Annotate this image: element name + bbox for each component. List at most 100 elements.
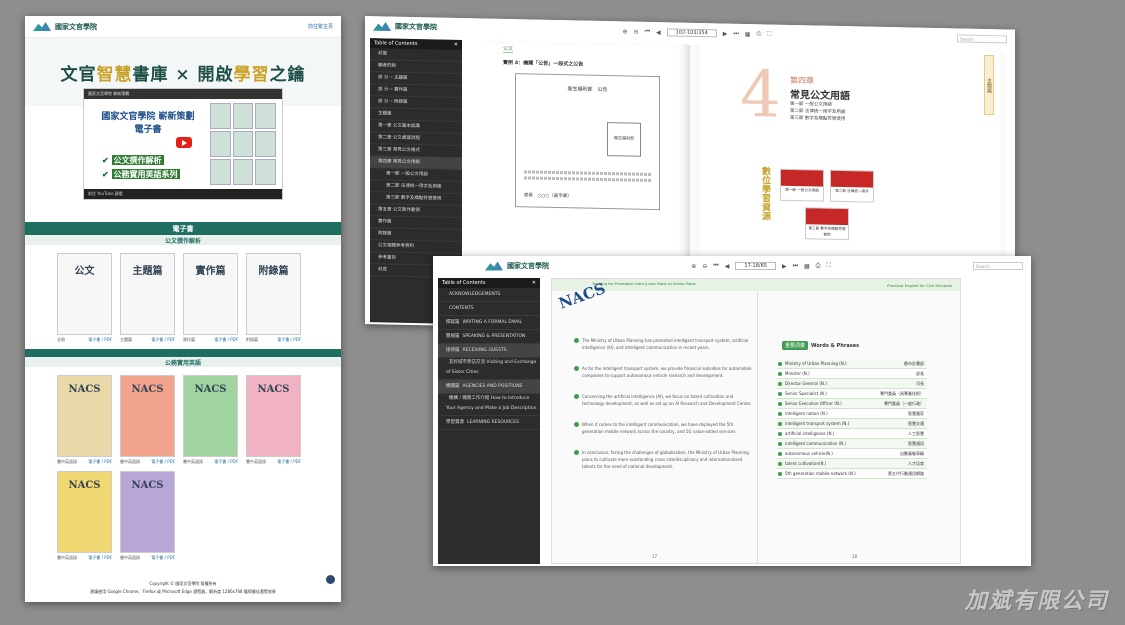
audio-play-icon[interactable] — [778, 452, 782, 456]
reader2-logo[interactable]: 國家文官學院 — [485, 261, 549, 271]
prev-page-icon[interactable]: ◀ — [725, 263, 730, 270]
last-page-icon[interactable]: ⏭ — [793, 262, 798, 270]
promo-video[interactable]: 國家文官學院 嶄新策劃 國家文官學院 嶄新策劃 電子書 ✔ 公文撰作解析 ✔ 公務… — [83, 88, 283, 200]
zoom-in-icon[interactable]: ⊕ — [691, 263, 696, 270]
close-icon[interactable]: ✕ — [454, 42, 458, 48]
book-cover[interactable]: NACS — [120, 375, 175, 457]
toc-item[interactable]: 機構 / 職務工作介紹 How to Introduce Your Agency… — [438, 394, 540, 416]
book-card[interactable]: NACS 書中英語錄 電子書 / PDF — [246, 375, 301, 465]
book-card[interactable]: 附錄篇 附錄篇 電子書 / PDF — [246, 253, 301, 343]
book-card[interactable]: 實作篇 實作篇 電子書 / PDF — [183, 253, 238, 343]
language-link[interactable]: 前往繁主頁 — [308, 23, 333, 30]
thumb — [255, 103, 276, 129]
site-logo[interactable]: 國家文官學院 — [33, 22, 97, 32]
page-number-input[interactable]: 102-103/354 — [666, 28, 717, 38]
book-card[interactable]: NACS 書中英語錄 電子書 / PDF — [120, 471, 175, 561]
book-cover[interactable]: 公文 — [57, 253, 112, 335]
toc-item[interactable]: 接待篇 RECEIVING GUESTS — [438, 344, 540, 358]
zoom-in-icon[interactable]: ⊕ — [623, 28, 628, 35]
toc-item[interactable]: 簡報篇 SPEAKING & PRESENTATION — [438, 330, 540, 344]
audio-play-icon[interactable] — [778, 402, 782, 406]
grid-icon[interactable]: ▦ — [745, 30, 751, 37]
audio-play-icon[interactable] — [778, 382, 782, 386]
page-number-input[interactable]: 17-18/65 — [735, 262, 776, 270]
audio-play-icon[interactable] — [778, 432, 782, 436]
audio-play-icon[interactable] — [574, 422, 579, 427]
book-name: 書中英語錄 — [57, 555, 77, 560]
word-row: Ministry of Urban Planning (N.) 都市計畫部 — [777, 359, 927, 369]
book-cover[interactable]: 附錄篇 — [246, 253, 301, 335]
back-to-top-icon[interactable] — [326, 575, 335, 584]
book-cover[interactable]: NACS — [57, 471, 112, 553]
first-page-icon[interactable]: ⏮ — [645, 28, 650, 36]
book-link[interactable]: 電子書 / PDF — [277, 459, 301, 465]
audio-play-icon[interactable] — [778, 472, 782, 476]
print-icon[interactable]: ⎙ — [756, 30, 761, 38]
zoom-out-icon[interactable]: ⊖ — [634, 28, 639, 35]
book-cover[interactable]: 實作篇 — [183, 253, 238, 335]
next-page-icon[interactable]: ▶ — [723, 30, 728, 37]
book-link[interactable]: 電子書 / PDF — [151, 555, 175, 561]
book-link[interactable]: 電子書 / PDF — [88, 555, 112, 561]
last-page-icon[interactable]: ⏭ — [733, 30, 738, 38]
audio-play-icon[interactable] — [778, 362, 782, 366]
audio-play-icon[interactable] — [778, 462, 782, 466]
audio-play-icon[interactable] — [574, 450, 579, 455]
prev-page-icon[interactable]: ◀ — [656, 29, 661, 36]
book-card[interactable]: 主題篇 主題篇 電子書 / PDF — [120, 253, 175, 343]
grid-icon[interactable]: ▦ — [804, 263, 810, 270]
chapter-section[interactable]: 第三節 數字及標點符號使用 — [790, 115, 845, 123]
fullscreen-icon[interactable]: ⛶ — [826, 262, 830, 270]
book-link[interactable]: 電子書 / PDF — [88, 459, 112, 465]
book-link[interactable]: 電子書 / PDF — [214, 459, 238, 465]
reader1-logo[interactable]: 國家文官學院 — [373, 21, 437, 32]
reader2-search-input[interactable]: Search — [972, 262, 1023, 270]
book-cover[interactable]: NACS — [57, 375, 112, 457]
book-cover[interactable]: 主題篇 — [120, 253, 175, 335]
book-link[interactable]: 電子書 / PDF — [214, 337, 238, 343]
book-link[interactable]: 電子書 / PDF — [277, 337, 301, 343]
close-icon[interactable]: ✕ — [532, 280, 536, 286]
audio-play-icon[interactable] — [574, 338, 579, 343]
book-card[interactable]: NACS 書中英語錄 電子書 / PDF — [57, 471, 112, 561]
book-link[interactable]: 電子書 / PDF — [151, 459, 175, 465]
book-link[interactable]: 電子書 / PDF — [151, 337, 175, 343]
video-tile[interactable]: 第二節 法律統一用字 — [830, 169, 874, 203]
audio-play-icon[interactable] — [574, 366, 579, 371]
toc-item[interactable]: ACKNOWLEDGEMENTS — [438, 288, 540, 302]
toc-item[interactable]: 學習資源 LEARNING RESOURCES — [438, 416, 540, 430]
toc-item[interactable]: 撰寫篇 WRITING A FORMAL EMAIL — [438, 316, 540, 330]
book-card[interactable]: NACS 書中英語錄 電子書 / PDF — [57, 375, 112, 465]
next-page-icon[interactable]: ▶ — [782, 263, 787, 270]
youtube-play-icon[interactable] — [176, 137, 192, 148]
print-icon[interactable]: ⎙ — [816, 262, 821, 270]
video-bottom-bar[interactable]: 前往 YouTube 觀看 — [84, 189, 282, 199]
book-cover[interactable]: NACS — [183, 375, 238, 457]
toc-item[interactable]: 第四章 常見公文用語 — [370, 156, 462, 171]
fullscreen-icon[interactable]: ⛶ — [767, 30, 771, 38]
side-tab[interactable]: 主題篇 — [984, 54, 994, 116]
book-cover[interactable]: NACS — [120, 471, 175, 553]
audio-play-icon[interactable] — [778, 392, 782, 396]
book-card[interactable]: NACS 書中英語錄 電子書 / PDF — [183, 375, 238, 465]
reader1-search-input[interactable]: Search — [957, 34, 1007, 44]
first-page-icon[interactable]: ⏮ — [713, 262, 718, 270]
audio-play-icon[interactable] — [778, 372, 782, 376]
book-card[interactable]: NACS 書中英語錄 電子書 / PDF — [120, 375, 175, 465]
word-row: Senior Executive Officer (N.) 專門委員（一般行政） — [777, 399, 927, 409]
book-link[interactable]: 電子書 / PDF — [88, 337, 112, 343]
audio-play-icon[interactable] — [778, 442, 782, 446]
book-name: 書中英語錄 — [57, 459, 77, 464]
video-tile[interactable]: 第三節 數字及標點符號使用 — [805, 207, 849, 241]
audio-play-icon[interactable] — [778, 422, 782, 426]
book-card[interactable]: 公文 全冊 電子書 / PDF — [57, 253, 112, 343]
audio-play-icon[interactable] — [574, 394, 579, 399]
book-cover[interactable]: NACS — [246, 375, 301, 457]
video-tile[interactable]: 第一節 一般公文用語 — [780, 168, 824, 202]
word-row: intelligent communication (N.) 智慧通訊 — [777, 439, 927, 449]
zoom-out-icon[interactable]: ⊖ — [702, 263, 707, 270]
audio-play-icon[interactable] — [778, 412, 782, 416]
toc-item[interactable]: 機關篇 AGENCIES AND POSITIONS — [438, 380, 540, 394]
toc-item[interactable]: CONTENTS — [438, 302, 540, 316]
toc-item[interactable]: 友好城市參訪交流 Visiting and Exchange of Sister… — [438, 358, 540, 380]
